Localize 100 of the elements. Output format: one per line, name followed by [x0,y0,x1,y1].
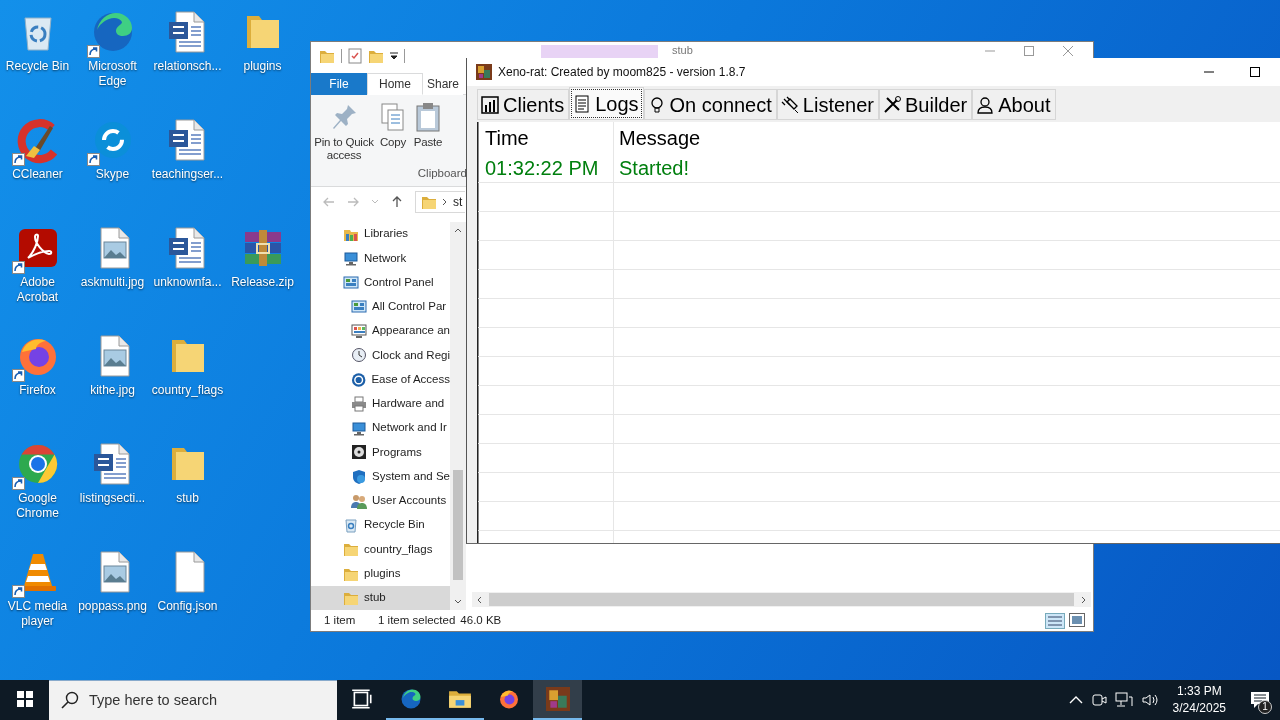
bar-chart-icon [481,95,499,114]
chevron-icon [442,198,448,206]
desktop-shortcut[interactable]: Recycle Bin [0,6,75,76]
scroll-right-icon [1080,595,1088,604]
desktop-shortcut[interactable]: Adobe Acrobat [0,222,75,307]
tab[interactable]: On connect [643,89,777,120]
folder-icon [319,48,335,64]
clock-time[interactable]: 1:33 PM [1172,683,1226,700]
network-icon [1114,692,1133,708]
app-logo-icon [545,687,570,711]
tree-item[interactable]: stub [311,585,450,610]
control-panel-icon [351,298,367,315]
scrollbar-thumb[interactable] [489,593,1074,606]
ribbon-tab[interactable]: File [311,73,367,95]
ribbon-tab[interactable]: Home [367,73,423,95]
network-icon [343,250,359,267]
close-icon [1063,46,1073,56]
tree-item[interactable]: All Control Par [311,294,450,319]
desktop-shortcut[interactable]: CCleaner [0,114,75,184]
folder-icon [343,541,359,558]
tree-item[interactable]: Hardware and [311,391,450,416]
maximize-icon [1250,67,1260,77]
window-title: stub [672,44,693,56]
group-label: Clipboard [417,166,467,179]
column-header[interactable]: Time [485,123,529,153]
desktop-shortcut[interactable]: plugins [225,6,300,76]
tree-item[interactable]: Network and Ir [311,416,450,440]
clock-icon [351,347,367,364]
palette-icon [351,323,367,339]
desktop-shortcut[interactable]: unknownfa... [150,222,225,292]
desktop-shortcut[interactable]: relationsch... [150,6,225,76]
tree-item[interactable]: Libraries [311,222,450,246]
selection-size: 46.0 KB [460,612,502,628]
back-arrow-icon [323,196,335,208]
details-view-icon [1045,612,1065,629]
desktop-shortcut[interactable]: poppass.png [75,546,150,616]
tree-item[interactable]: Clock and Regi [311,343,450,368]
desktop-shortcut[interactable]: Firefox [0,330,75,400]
tools-icon [882,95,901,114]
desktop-shortcut[interactable]: teachingser... [150,114,225,184]
shield-icon [351,468,367,485]
clock-date[interactable]: 3/24/2025 [1172,700,1226,717]
desktop-shortcut[interactable]: Microsoft Edge [75,6,150,91]
search-field[interactable]: Type here to search [49,680,337,720]
desktop-shortcut[interactable]: Google Chrome [0,438,75,523]
camera-icon [1090,692,1107,708]
document-icon [573,94,592,113]
scroll-up-icon [454,226,462,234]
accessibility-icon [351,371,367,388]
tab[interactable]: Clients [477,89,570,120]
app-logo-icon [476,64,492,80]
tab[interactable]: Builder [878,89,973,120]
tree-item[interactable]: Ease of Access [311,367,450,392]
desktop-shortcut[interactable]: askmulti.jpg [75,222,150,292]
tree-item[interactable]: User Accounts [311,488,450,513]
checklist-icon [348,48,362,64]
windows-logo-icon [16,691,33,707]
scrollbar-thumb[interactable] [453,470,463,580]
scrollbar[interactable] [450,222,466,610]
desktop-shortcut[interactable]: stub [150,438,225,508]
chevron-up-icon [1068,695,1083,705]
scroll-left-icon [475,595,483,604]
ribbon-button[interactable]: Copy [377,101,409,165]
ribbon-button[interactable]: Paste [412,101,444,165]
notification-button[interactable]: 1 [1240,680,1280,720]
tree-item[interactable]: Recycle Bin [311,513,450,537]
user-icon [976,95,995,114]
column-header[interactable]: Message [619,123,701,153]
desktop-shortcut[interactable]: VLC media player [0,546,75,631]
tab[interactable]: Listener [776,89,879,120]
desktop-shortcut[interactable]: Release.zip [225,222,300,292]
tree-item[interactable]: plugins [311,561,450,586]
tree-item[interactable]: System and Se [311,464,450,489]
scroll-down-icon [454,598,462,606]
scrollbar[interactable] [472,592,1091,607]
item-count: 1 item [324,612,357,628]
task-view-icon [349,687,374,711]
desktop-shortcut[interactable]: country_flags [150,330,225,400]
tree-item[interactable]: Programs [311,440,450,465]
desktop-shortcut[interactable]: kithe.jpg [75,330,150,400]
control-panel-icon [343,274,359,291]
tree-item[interactable]: Appearance an [311,319,450,343]
tree-item[interactable]: Network [311,246,450,271]
thumbnail-view-icon [1069,612,1085,627]
desktop-shortcut[interactable]: listingsecti... [75,438,150,508]
disc-icon [351,444,367,461]
plug-icon [780,95,799,114]
tree-item[interactable]: Control Panel [311,270,450,295]
folder-icon [421,194,437,210]
ribbon-button[interactable]: Pin to Quick access [314,101,374,165]
address-bar[interactable]: st [415,191,465,213]
window-title: Xeno-rat: Created by moom825 - version 1.8.7 [498,64,746,81]
up-arrow-icon [391,196,403,208]
tab[interactable]: About [972,89,1056,120]
tree-item[interactable]: country_flags [311,537,450,562]
users-icon [351,492,367,509]
tab[interactable]: Logs [569,87,644,120]
printer-icon [351,395,367,412]
desktop-shortcut[interactable]: Skype [75,114,150,184]
desktop-shortcut[interactable]: Config.json [150,546,225,616]
